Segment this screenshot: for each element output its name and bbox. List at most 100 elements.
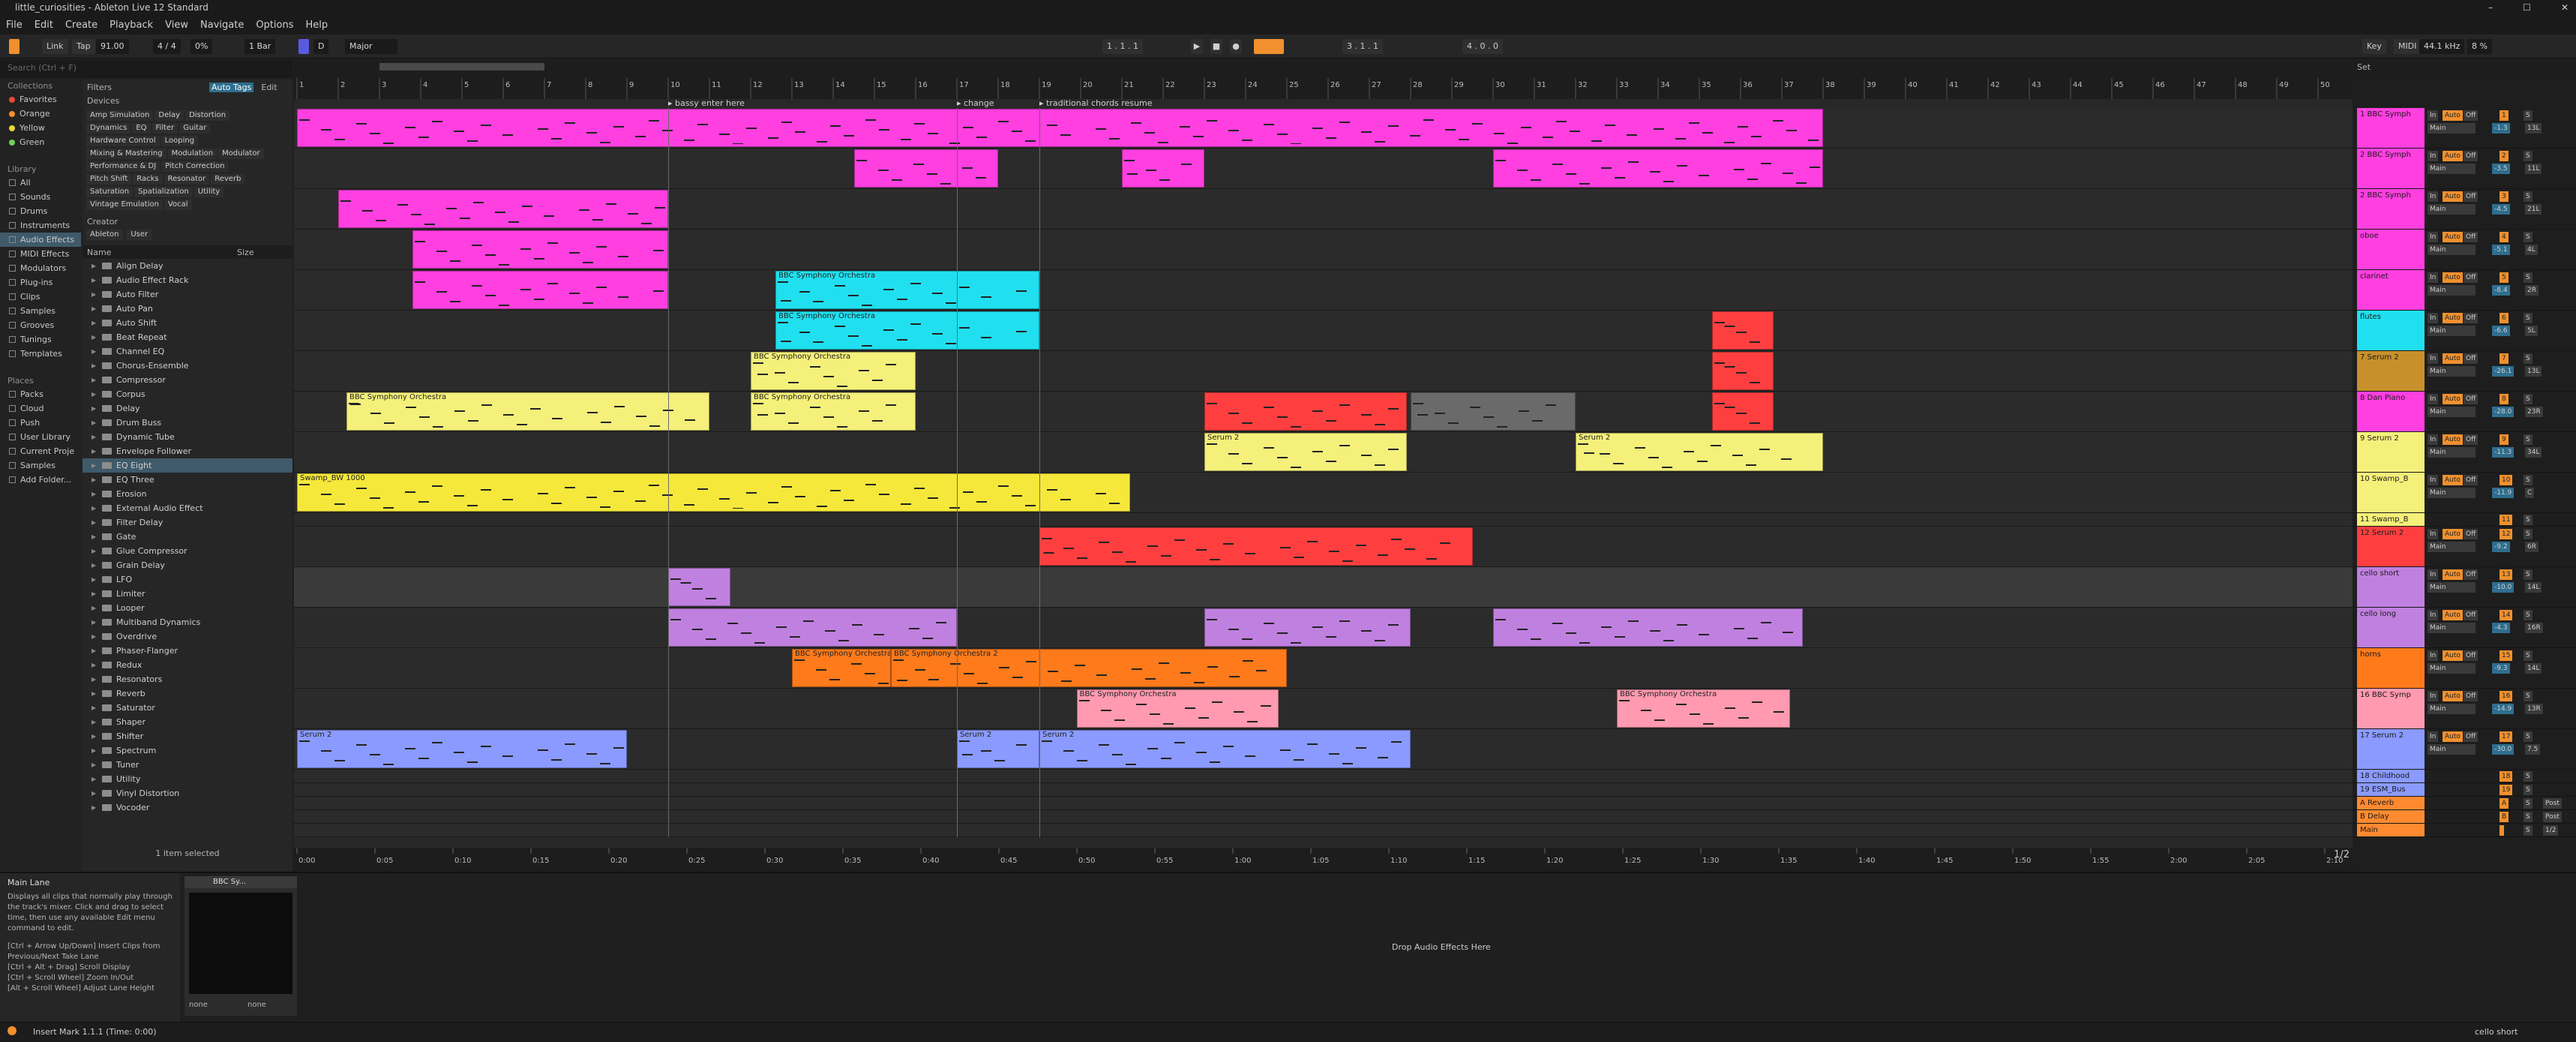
device-list-item[interactable]: ▶ Audio Effect Rack bbox=[82, 273, 292, 287]
library-item[interactable]: Plug-ins bbox=[0, 275, 81, 290]
clip[interactable] bbox=[412, 271, 668, 309]
input-monitor-auto[interactable]: Auto bbox=[2443, 650, 2463, 661]
pan-field[interactable]: 14L bbox=[2525, 663, 2542, 674]
clip-name[interactable]: BBC Symphony Orchestra 2 bbox=[892, 650, 1286, 659]
mixer-track[interactable]: cello long In Auto Off Main -4.3 16R 14 S bbox=[2353, 608, 2576, 648]
clip[interactable]: BBC Symphony Orchestra bbox=[1617, 689, 1790, 728]
menu-file[interactable]: File bbox=[0, 20, 28, 31]
pan-field[interactable]: 14L bbox=[2525, 582, 2542, 593]
clip-name[interactable]: Swamp_BW 1000 bbox=[298, 474, 1129, 483]
track-lane[interactable] bbox=[294, 567, 2353, 608]
track-lane[interactable] bbox=[294, 608, 2353, 648]
pan-field[interactable]: 7.5 bbox=[2525, 744, 2541, 755]
mixer-track-name[interactable]: cello short bbox=[2357, 567, 2425, 607]
clip-name[interactable]: BBC Symphony Orchestra bbox=[793, 650, 890, 659]
clip-name[interactable]: BBC Symphony Orchestra bbox=[776, 272, 1039, 281]
tag-chip[interactable]: Pitch Shift bbox=[86, 174, 132, 185]
solo-button[interactable]: S bbox=[2524, 610, 2533, 620]
mixer-track[interactable]: cello short In Auto Off Main -10.0 14L 13 S bbox=[2353, 567, 2576, 608]
volume-field[interactable]: -4.3 bbox=[2492, 623, 2510, 633]
tag-chip[interactable]: Delay bbox=[154, 110, 184, 121]
track-lane[interactable] bbox=[294, 810, 2353, 824]
expand-arrow-icon[interactable]: ▶ bbox=[91, 686, 97, 701]
track-lane[interactable]: BBC Symphony Orchestra BBC Symphony Orche… bbox=[294, 648, 2353, 689]
tag-chip[interactable]: Reverb bbox=[211, 174, 245, 185]
mixer-track[interactable]: flutes In Auto Off Main -6.6 5L 6 S bbox=[2353, 311, 2576, 351]
device-list-item[interactable]: ▶ Shaper bbox=[82, 715, 292, 729]
library-item[interactable]: MIDI Effects bbox=[0, 247, 81, 261]
device-list-item[interactable]: ▶ Filter Delay bbox=[82, 515, 292, 530]
solo-button[interactable]: S bbox=[2524, 313, 2533, 323]
tag-chip[interactable]: Vocal bbox=[163, 200, 192, 210]
stop-icon[interactable]: ■ bbox=[1210, 39, 1222, 54]
library-item[interactable]: Audio Effects bbox=[0, 233, 81, 247]
library-item[interactable]: Samples bbox=[0, 304, 81, 318]
solo-button[interactable]: S bbox=[2524, 812, 2533, 822]
clip-name[interactable]: Serum 2 bbox=[958, 731, 1039, 740]
clip-name[interactable] bbox=[1713, 353, 1774, 362]
output-routing[interactable]: Main bbox=[2428, 164, 2476, 174]
menu-navigate[interactable]: Navigate bbox=[194, 20, 250, 31]
expand-arrow-icon[interactable]: ▶ bbox=[91, 487, 97, 501]
input-monitor-in[interactable]: In bbox=[2428, 434, 2439, 445]
locator-marker[interactable]: ▸ bassy enter here bbox=[668, 99, 745, 108]
device-list-item[interactable]: ▶ Corpus bbox=[82, 387, 292, 401]
expand-arrow-icon[interactable]: ▶ bbox=[91, 658, 97, 672]
track-activator[interactable]: 10 bbox=[2500, 475, 2513, 485]
solo-button[interactable]: S bbox=[2524, 650, 2533, 661]
input-monitor-off[interactable]: Off bbox=[2464, 191, 2479, 202]
mixer-track-name[interactable]: 7 Serum 2 bbox=[2357, 351, 2425, 391]
input-monitor-in[interactable]: In bbox=[2428, 272, 2439, 283]
arrangement-view[interactable]: 1 2 3 4 5 6 7 8 9 10 11 12 13 14 15 16 17 18 19 20 21 22 23 24 2… bbox=[294, 60, 2353, 872]
input-monitor-off[interactable]: Off bbox=[2464, 232, 2479, 242]
clip[interactable] bbox=[1411, 392, 1576, 431]
volume-field[interactable]: -1.3 bbox=[2492, 123, 2510, 134]
mixer-track[interactable]: 16 BBC Symp In Auto Off Main -14.9 13R 16 S bbox=[2353, 689, 2576, 729]
device-list-item[interactable]: ▶ Vocoder bbox=[82, 800, 292, 815]
solo-button[interactable]: S bbox=[2524, 232, 2533, 242]
track-activator[interactable]: 16 bbox=[2500, 691, 2513, 701]
track-activator[interactable]: 15 bbox=[2500, 650, 2513, 661]
output-routing[interactable]: Main bbox=[2428, 623, 2476, 633]
input-monitor-auto[interactable]: Auto bbox=[2443, 394, 2463, 404]
solo-button[interactable]: S bbox=[2524, 798, 2533, 809]
input-monitor-in[interactable]: In bbox=[2428, 569, 2439, 580]
input-monitor-auto[interactable]: Auto bbox=[2443, 610, 2463, 620]
expand-arrow-icon[interactable]: ▶ bbox=[91, 473, 97, 487]
mixer-track-name[interactable]: B Delay bbox=[2357, 810, 2425, 823]
output-routing[interactable]: Main bbox=[2428, 582, 2476, 593]
clip-name[interactable]: Serum 2 bbox=[1040, 731, 1410, 740]
mixer-track-name[interactable]: horns bbox=[2357, 648, 2425, 688]
volume-field[interactable]: -30.0 bbox=[2492, 744, 2515, 755]
link-button[interactable]: Link bbox=[42, 39, 68, 54]
mixer-track-name[interactable]: 11 Swamp_B bbox=[2357, 513, 2425, 526]
tag-chip[interactable]: Racks bbox=[133, 174, 163, 185]
clip-name[interactable] bbox=[1494, 150, 1822, 159]
track-activator[interactable]: 3 bbox=[2500, 191, 2509, 202]
tag-chip[interactable]: Modulation bbox=[167, 149, 217, 159]
clip-name[interactable] bbox=[1713, 312, 1774, 321]
output-routing[interactable]: Main bbox=[2428, 407, 2476, 417]
track-activator[interactable]: 8 bbox=[2500, 394, 2509, 404]
solo-button[interactable]: S bbox=[2524, 771, 2533, 782]
mixer-track-name[interactable]: flutes bbox=[2357, 311, 2425, 350]
library-item[interactable]: Sounds bbox=[0, 190, 81, 204]
mixer-track[interactable]: A Reverb A S Post bbox=[2353, 797, 2576, 810]
maximize-button[interactable]: ☐ bbox=[2523, 2, 2531, 13]
track-activator[interactable]: 12 bbox=[2500, 529, 2513, 539]
locator-marker[interactable]: ▸ change bbox=[957, 99, 994, 108]
mixer-track-name[interactable]: A Reverb bbox=[2357, 797, 2425, 809]
track-lane[interactable]: BBC Symphony Orchestra BBC Symphony Orche… bbox=[294, 392, 2353, 432]
clip-name[interactable] bbox=[1123, 150, 1204, 159]
key-select[interactable]: D bbox=[313, 39, 329, 54]
input-monitor-off[interactable]: Off bbox=[2464, 691, 2479, 701]
solo-button[interactable]: S bbox=[2524, 272, 2533, 283]
device-list-item[interactable]: ▶ Reverb bbox=[82, 686, 292, 701]
solo-button[interactable]: S bbox=[2524, 394, 2533, 404]
expand-arrow-icon[interactable]: ▶ bbox=[91, 302, 97, 316]
expand-arrow-icon[interactable]: ▶ bbox=[91, 373, 97, 387]
device-list-item[interactable]: ▶ Vinyl Distortion bbox=[82, 786, 292, 800]
device-list-item[interactable]: ▶ Chorus-Ensemble bbox=[82, 359, 292, 373]
clip[interactable] bbox=[668, 568, 730, 606]
track-lane[interactable]: BBC Symphony Orchestra BBC Symphony Orche… bbox=[294, 689, 2353, 729]
